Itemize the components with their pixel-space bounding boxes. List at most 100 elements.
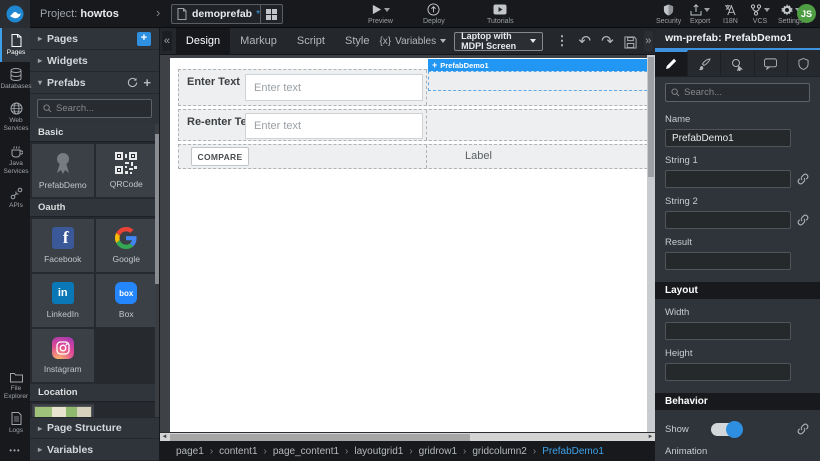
prefab-tile-prefabdemo[interactable]: PrefabDemo (32, 144, 94, 197)
left-rail: Pages Databases Web Services Java Servic… (0, 28, 30, 461)
export-icon (690, 4, 702, 16)
show-toggle[interactable] (711, 423, 741, 436)
collapse-right-panel-button[interactable]: » (644, 31, 653, 51)
grid-cell[interactable] (427, 110, 647, 140)
string2-field[interactable] (665, 211, 791, 229)
breadcrumb-item[interactable]: content1 (219, 446, 257, 457)
grid-cell[interactable]: + PrefabDemo1 (427, 70, 647, 105)
rail-item-databases[interactable]: Databases (0, 62, 30, 96)
kebab-menu-icon[interactable]: ⋮ (556, 33, 569, 49)
prefab-tile-instagram[interactable]: Instagram (32, 329, 94, 382)
selected-prefab-widget[interactable]: + PrefabDemo1 (428, 59, 647, 91)
tab-dialogs[interactable] (755, 50, 788, 76)
behavior-section-header[interactable]: Behavior (655, 393, 820, 410)
panel-scrollbar[interactable] (155, 124, 159, 417)
design-canvas[interactable]: Enter Text + PrefabDemo1 (170, 58, 647, 432)
breadcrumb-item[interactable]: gridrow1 (419, 446, 457, 457)
section-prefabs[interactable]: ▾ Prefabs + (30, 72, 159, 94)
rail-item-apis[interactable]: APIs (0, 181, 30, 215)
grid-cell[interactable]: Label (427, 145, 647, 168)
export-button[interactable]: Export (690, 3, 710, 25)
variables-button[interactable]: {x} Variables (379, 36, 446, 47)
section-variables[interactable]: ▸ Variables (30, 439, 159, 461)
prefab-tile-location[interactable] (32, 404, 94, 417)
name-field[interactable] (665, 129, 791, 147)
tab-security[interactable] (788, 50, 820, 76)
import-prefab-icon[interactable]: + (143, 75, 151, 90)
wavemaker-logo[interactable] (0, 0, 30, 28)
security-button[interactable]: Security (656, 3, 681, 25)
prefab-tile-linkedin[interactable]: in LinkedIn (32, 274, 94, 327)
compare-button-widget[interactable]: COMPARE (191, 147, 249, 166)
redo-icon[interactable]: ↷ (601, 32, 614, 50)
tab-styles[interactable] (688, 50, 721, 76)
layout-grid[interactable]: Enter Text + PrefabDemo1 (178, 69, 647, 172)
width-field[interactable] (665, 322, 791, 340)
save-icon[interactable] (624, 33, 637, 48)
tab-script[interactable]: Script (287, 28, 335, 54)
scroll-left-arrow[interactable]: ◄ (160, 433, 169, 442)
grid-row-1[interactable]: Enter Text + PrefabDemo1 (178, 69, 647, 106)
tab-properties[interactable] (655, 50, 688, 76)
section-pages[interactable]: ▸ Pages + (30, 28, 159, 50)
prefab-tile-facebook[interactable]: f Facebook (32, 219, 94, 272)
page-grid-icon[interactable] (260, 5, 282, 23)
user-avatar[interactable]: JS (797, 4, 816, 23)
prefab-tile-qrcode[interactable]: QRCode (96, 144, 158, 197)
rail-item-file-explorer[interactable]: File Explorer (0, 366, 30, 406)
grid-row-2[interactable]: Re-enter Text (178, 109, 647, 141)
vcs-button[interactable]: VCS (750, 3, 770, 25)
scrollbar-thumb[interactable] (648, 57, 654, 177)
text-input-widget[interactable] (245, 113, 423, 139)
tab-events[interactable] (721, 50, 754, 76)
refresh-icon[interactable] (127, 77, 138, 89)
breadcrumb-item[interactable]: page_content1 (273, 446, 339, 457)
section-widgets[interactable]: ▸ Widgets (30, 50, 159, 72)
prefab-tile-google[interactable]: Google (96, 219, 158, 272)
result-field[interactable] (665, 252, 791, 270)
tutorials-button[interactable]: Tutorials (487, 3, 514, 25)
grid-cell[interactable]: COMPARE (179, 145, 427, 168)
collapse-left-panel-button[interactable]: « (162, 31, 172, 51)
deploy-button[interactable]: Deploy (423, 3, 445, 25)
open-page-selector[interactable]: demoprefab * (171, 4, 283, 24)
tutorials-icon (493, 4, 507, 15)
rail-item-java-services[interactable]: Java Services (0, 139, 30, 181)
tab-style[interactable]: Style (335, 28, 379, 54)
breadcrumb-item-active[interactable]: PrefabDemo1 (542, 446, 604, 457)
breadcrumb-item[interactable]: layoutgrid1 (354, 446, 403, 457)
scroll-right-arrow[interactable]: ► (646, 433, 655, 442)
undo-icon[interactable]: ↶ (579, 32, 592, 50)
prefab-search-input[interactable] (56, 103, 146, 114)
breadcrumb-item[interactable]: page1 (176, 446, 204, 457)
layout-section-header[interactable]: Layout (655, 282, 820, 299)
prefab-widget-body[interactable] (428, 71, 647, 91)
prefab-tile-box[interactable]: box Box (96, 274, 158, 327)
text-input-widget[interactable] (245, 74, 423, 101)
preview-button[interactable]: Preview (368, 3, 393, 25)
bind-link-icon[interactable] (796, 211, 810, 229)
vertical-scrollbar[interactable] (647, 55, 655, 432)
rail-item-web-services[interactable]: Web Services (0, 96, 30, 138)
rail-item-logs[interactable]: Logs (0, 406, 30, 440)
i18n-button[interactable]: I18N (723, 3, 738, 25)
tab-design[interactable]: Design (176, 28, 230, 54)
height-field[interactable] (665, 363, 791, 381)
string1-field[interactable] (665, 170, 791, 188)
bind-link-icon[interactable] (796, 420, 810, 438)
more-icon[interactable]: ••• (0, 440, 30, 461)
widget-selection-header[interactable]: + PrefabDemo1 (428, 59, 647, 71)
bind-link-icon[interactable] (796, 170, 810, 188)
breadcrumb-item[interactable]: gridcolumn2 (472, 446, 526, 457)
rail-item-pages[interactable]: Pages (0, 28, 30, 62)
properties-search-input[interactable] (684, 87, 804, 98)
grid-row-3[interactable]: COMPARE Label (178, 144, 647, 169)
add-page-button[interactable]: + (137, 32, 151, 46)
grid-cell[interactable]: Enter Text (179, 70, 427, 105)
tab-markup[interactable]: Markup (230, 28, 287, 54)
grid-cell[interactable]: Re-enter Text (179, 110, 427, 140)
horizontal-scrollbar[interactable]: ◄ ► (160, 432, 655, 441)
section-page-structure[interactable]: ▸ Page Structure (30, 417, 159, 439)
scrollbar-thumb[interactable] (170, 434, 470, 441)
device-selector[interactable]: Laptop with MDPI Screen (454, 32, 542, 51)
